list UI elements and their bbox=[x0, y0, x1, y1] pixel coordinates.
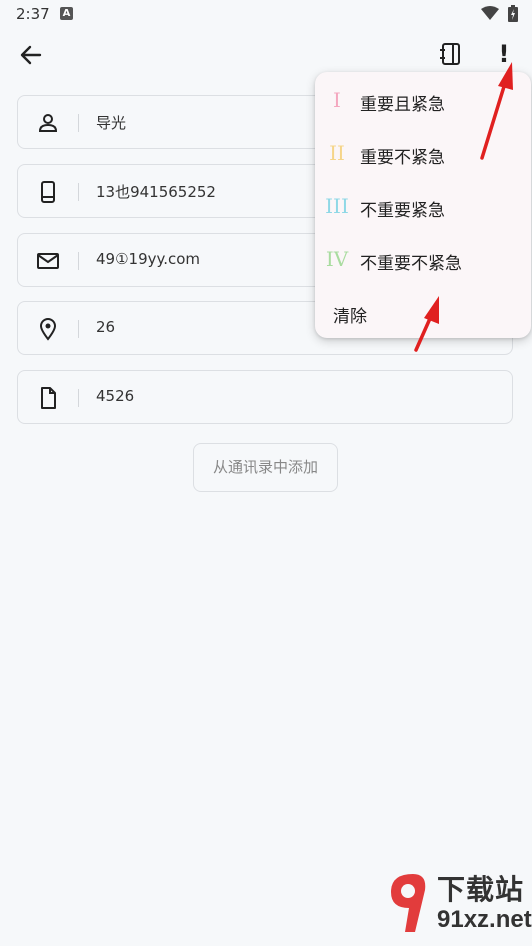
field-divider bbox=[78, 114, 79, 132]
name-value: 导光 bbox=[96, 114, 127, 132]
priority-4-icon: IV bbox=[325, 247, 349, 271]
phone-value: 13也941565252 bbox=[96, 183, 216, 201]
phone-icon bbox=[41, 181, 55, 203]
watermark-url: 91xz.net bbox=[437, 906, 532, 933]
menu-item-label: 重要不紧急 bbox=[360, 148, 445, 168]
mail-icon bbox=[37, 253, 59, 269]
location-icon bbox=[39, 318, 57, 341]
watermark: 下载站 91xz.net bbox=[385, 866, 532, 942]
menu-item-important-not-urgent[interactable]: II 重要不紧急 bbox=[315, 127, 531, 180]
field-divider bbox=[78, 252, 79, 270]
menu-item-label: 不重要不紧急 bbox=[360, 254, 462, 274]
menu-item-urgent-not-important[interactable]: III 不重要紧急 bbox=[315, 180, 531, 233]
person-icon bbox=[38, 114, 58, 132]
field-divider bbox=[78, 389, 79, 407]
priority-2-icon: II bbox=[329, 141, 345, 165]
priority-1-icon: I bbox=[333, 88, 341, 112]
status-bar: 2:37 A bbox=[0, 0, 532, 28]
menu-item-label: 清除 bbox=[333, 307, 367, 327]
note-value: 4526 bbox=[96, 387, 135, 405]
menu-item-label: 不重要紧急 bbox=[360, 201, 445, 221]
add-from-contacts-button[interactable]: 从通讯录中添加 bbox=[193, 443, 338, 492]
menu-item-clear[interactable]: 清除 bbox=[315, 286, 531, 339]
menu-item-label: 重要且紧急 bbox=[360, 95, 445, 115]
field-divider bbox=[78, 320, 79, 338]
status-time: 2:37 bbox=[16, 5, 50, 23]
back-arrow-icon[interactable] bbox=[16, 40, 46, 70]
location-value: 26 bbox=[96, 318, 116, 336]
notification-icon: A bbox=[60, 7, 73, 20]
email-value: 49①19yy.com bbox=[96, 250, 201, 268]
field-divider bbox=[78, 183, 79, 201]
document-icon bbox=[41, 387, 56, 409]
menu-item-urgent-important[interactable]: I 重要且紧急 bbox=[315, 74, 531, 127]
site-logo-icon bbox=[391, 874, 426, 932]
watermark-text: 下载站 bbox=[437, 873, 525, 906]
note-field[interactable]: 4526 bbox=[17, 370, 513, 424]
menu-item-not-important-not-urgent[interactable]: IV 不重要不紧急 bbox=[315, 233, 531, 286]
priority-3-icon: III bbox=[325, 194, 349, 218]
notebook-icon[interactable] bbox=[437, 40, 465, 68]
wifi-icon bbox=[481, 6, 499, 20]
priority-menu: I 重要且紧急 II 重要不紧急 III 不重要紧急 IV 不重要不紧急 清除 bbox=[315, 72, 531, 338]
priority-icon[interactable]: ! bbox=[494, 40, 514, 70]
battery-icon bbox=[508, 5, 518, 22]
